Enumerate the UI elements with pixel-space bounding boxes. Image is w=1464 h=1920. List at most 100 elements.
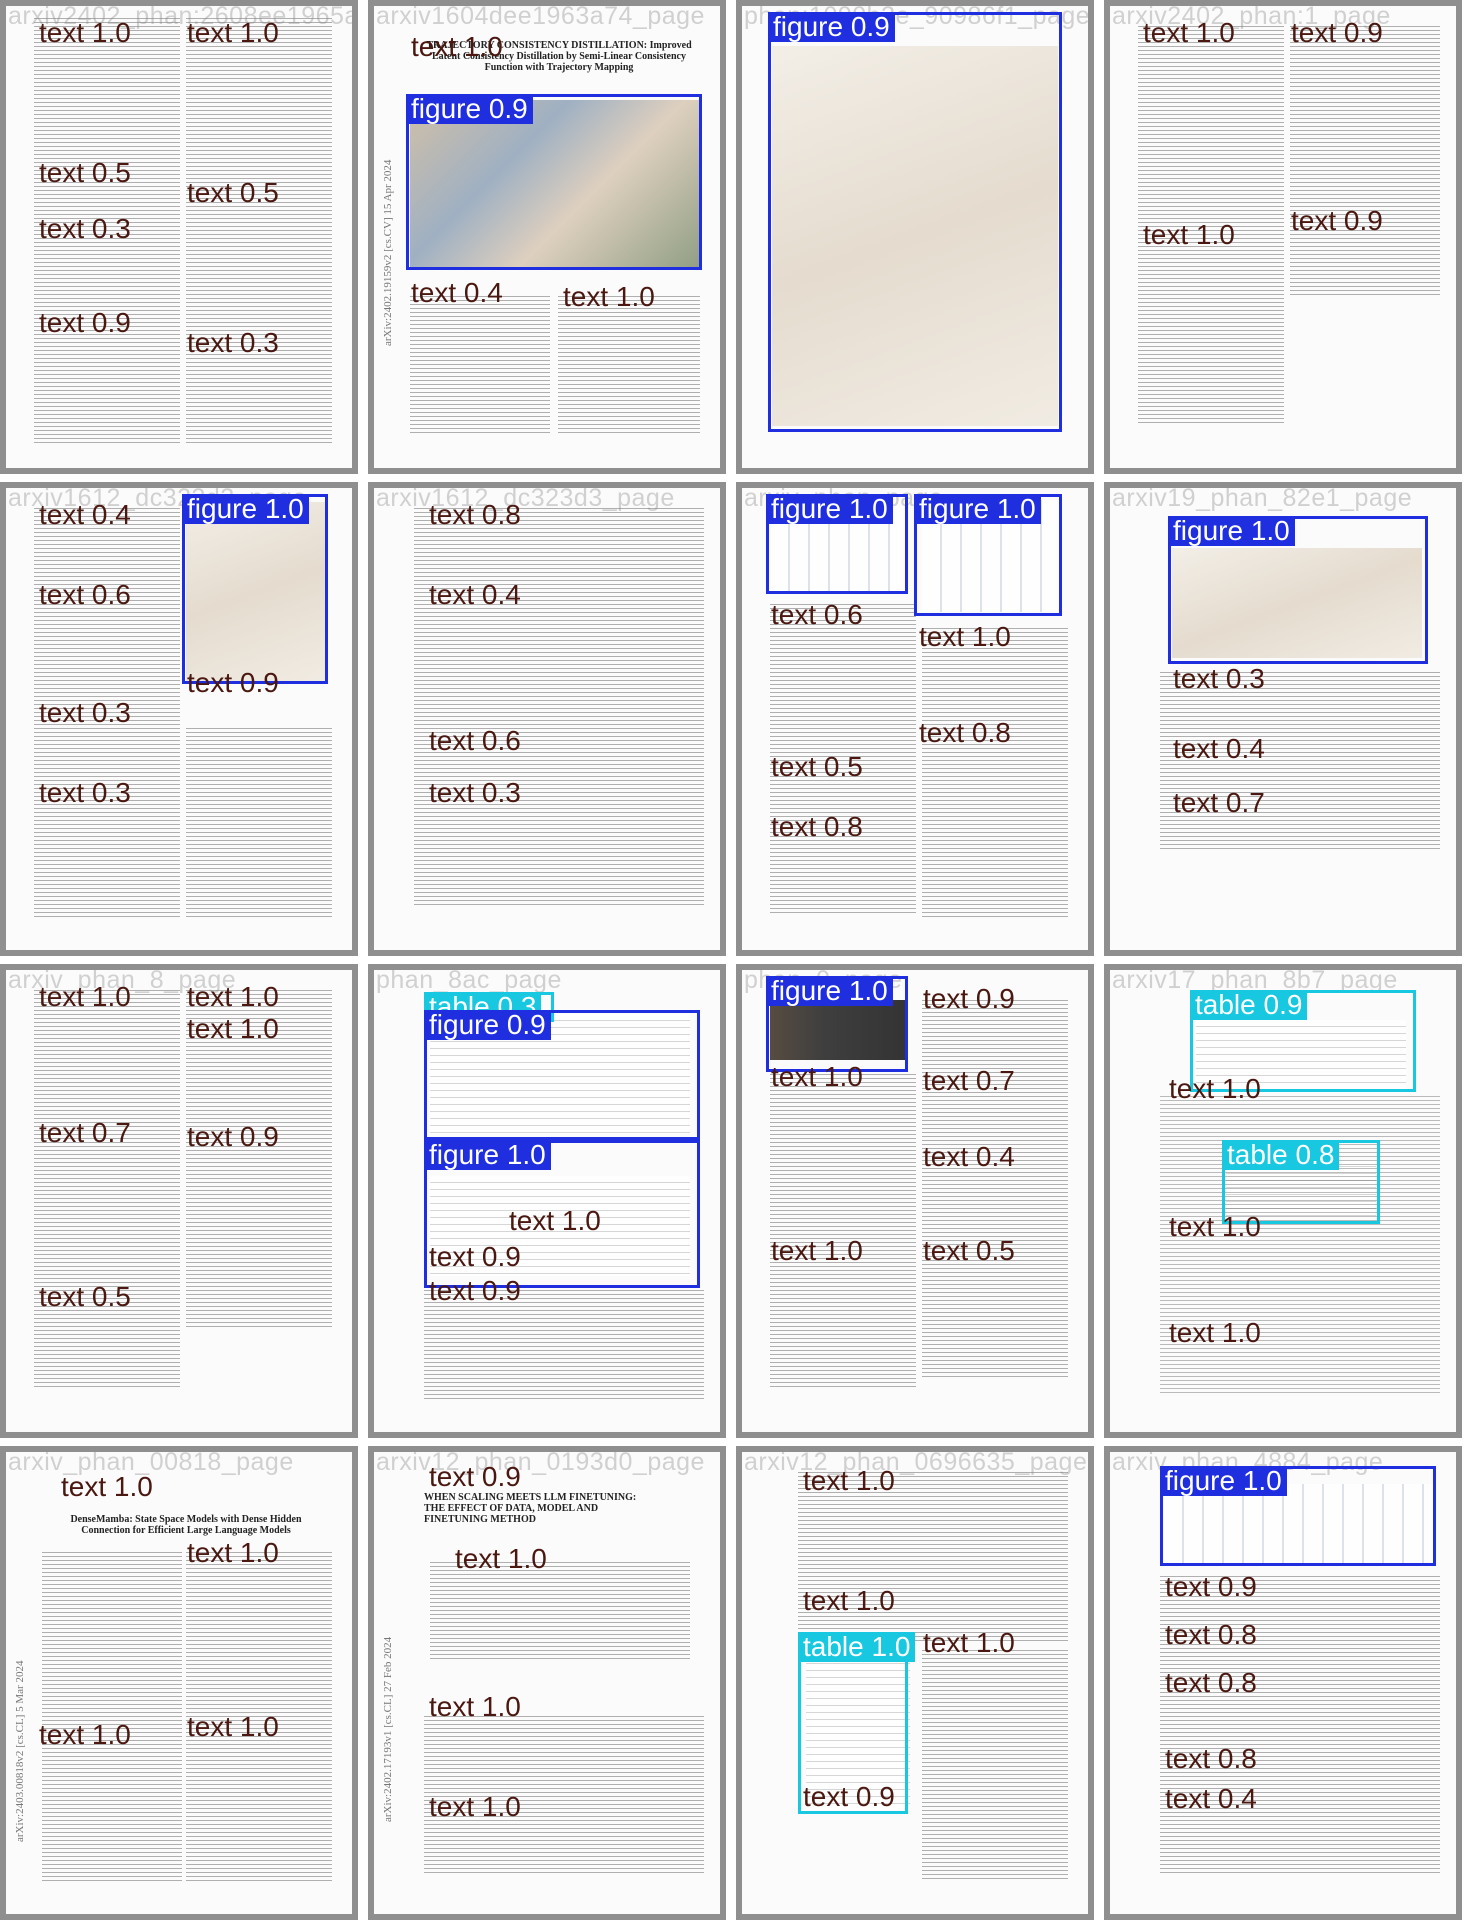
detection-box[interactable]: text 0.3: [34, 698, 174, 738]
page-thumbnail[interactable]: arXiv:2403.00818v2 [cs.CL] 5 Mar 2024 De…: [0, 1446, 358, 1920]
detection-box[interactable]: text 1.0: [1138, 18, 1284, 218]
detection-box[interactable]: text 0.4: [424, 580, 704, 620]
detection-box[interactable]: text 0.8: [1160, 1668, 1436, 1708]
page-content: arxiv2402_phan:1_page text 1.0 text 0.9 …: [1110, 6, 1456, 468]
detection-box[interactable]: text 0.6: [766, 600, 908, 640]
detection-box[interactable]: text 1.0: [424, 1692, 700, 1732]
detection-box[interactable]: text 1.0: [450, 1544, 680, 1584]
detection-box[interactable]: figure 0.9: [406, 94, 702, 270]
detection-box[interactable]: text 0.8: [424, 500, 704, 540]
detection-box[interactable]: text 0.9: [182, 1122, 328, 1162]
detection-box[interactable]: text 0.9: [1160, 1572, 1436, 1612]
page-thumbnail[interactable]: phan_8ac_page table 0.3 figure 0.9 figur…: [368, 964, 726, 1438]
page-thumbnail[interactable]: arxiv1612_dc323d3_page text 0.4 figure 1…: [0, 482, 358, 956]
detection-box[interactable]: text 1.0: [182, 18, 328, 168]
detection-box[interactable]: text 1.0: [1164, 1318, 1424, 1358]
detection-label: figure 0.9: [424, 1010, 551, 1040]
detection-box[interactable]: text 1.0: [182, 1712, 328, 1752]
page-thumbnail[interactable]: arxiv2402_phan:1_page text 1.0 text 0.9 …: [1104, 0, 1462, 474]
detection-box[interactable]: text 0.7: [1168, 788, 1428, 828]
detection-label: figure 1.0: [182, 494, 309, 524]
text-column: [414, 508, 704, 908]
page-content: arXiv:2402.19159v2 [cs.CV] 15 Apr 2024 T…: [374, 6, 720, 468]
page-thumbnail[interactable]: arXiv:2402.17193v1 [cs.CL] 27 Feb 2024 W…: [368, 1446, 726, 1920]
detection-box[interactable]: text 1.0: [766, 1062, 908, 1102]
detection-box[interactable]: figure 1.0: [182, 494, 328, 684]
detection-box[interactable]: text 0.3: [182, 328, 328, 368]
detection-box[interactable]: text 0.9: [918, 984, 1064, 1024]
detection-box[interactable]: text 0.3: [1168, 664, 1428, 704]
detection-box[interactable]: text 0.6: [34, 580, 174, 620]
detection-box[interactable]: text 1.0: [56, 1472, 316, 1512]
detection-box[interactable]: text 0.8: [766, 812, 908, 852]
detection-box[interactable]: text 1.0: [1164, 1212, 1424, 1252]
detection-box[interactable]: text 0.4: [918, 1142, 1064, 1182]
detection-box[interactable]: text 0.7: [918, 1066, 1064, 1106]
detection-label: text 1.0: [429, 1791, 521, 1822]
detection-box[interactable]: text 0.5: [918, 1236, 1064, 1276]
detection-box[interactable]: text 1.0: [798, 1586, 1068, 1626]
detection-label: text 0.9: [1291, 205, 1383, 236]
detection-box[interactable]: text 0.5: [766, 752, 908, 792]
page-thumbnail[interactable]: arxiv19_phan_82e1_page figure 1.0 text 0…: [1104, 482, 1462, 956]
detection-box[interactable]: text 0.6: [424, 726, 704, 766]
detection-box[interactable]: text 0.7: [34, 1118, 174, 1158]
detection-box[interactable]: figure 1.0: [766, 976, 908, 1072]
detection-box[interactable]: text 1.0: [424, 1792, 700, 1832]
detection-box[interactable]: text 1.0: [504, 1206, 644, 1246]
detection-box[interactable]: text 0.5: [34, 158, 180, 198]
detection-box[interactable]: text 0.9: [424, 1462, 684, 1502]
detection-box[interactable]: text 1.0: [558, 282, 698, 322]
detection-label: text 0.5: [771, 751, 863, 782]
detection-box[interactable]: figure 1.0: [914, 494, 1062, 616]
text-column: [922, 628, 1068, 918]
page-thumbnail[interactable]: arxiv1612_dc323d3_page text 0.8 text 0.4…: [368, 482, 726, 956]
detection-box[interactable]: text 0.8: [1160, 1620, 1436, 1660]
detection-box[interactable]: text 0.9: [424, 1276, 700, 1316]
detection-box[interactable]: text 1.0: [34, 1720, 174, 1760]
watermark: arxiv19_phan_82e1_page: [1112, 488, 1413, 512]
detection-box[interactable]: text 1.0: [1164, 1074, 1424, 1114]
detection-box[interactable]: text 0.9: [798, 1782, 944, 1822]
detection-box[interactable]: figure 0.9: [768, 12, 1062, 432]
page-thumbnail[interactable]: arxiv_phan_8_page text 1.0 text 1.0 text…: [0, 964, 358, 1438]
detection-box[interactable]: text 0.9: [1286, 206, 1436, 246]
detection-box[interactable]: text 0.4: [406, 278, 546, 318]
detection-box[interactable]: text 0.4: [1160, 1784, 1436, 1824]
detection-box[interactable]: text 0.5: [34, 1282, 174, 1322]
detection-box[interactable]: text 0.4: [1168, 734, 1428, 774]
detection-box[interactable]: text 0.8: [1160, 1744, 1436, 1784]
detection-box[interactable]: text 0.9: [1286, 18, 1436, 198]
page-thumbnail[interactable]: arxiv17_phan_8b7_page table 0.9 text 1.0…: [1104, 964, 1462, 1438]
detection-box[interactable]: text 1.0: [34, 18, 180, 138]
page-thumbnail[interactable]: arxiv_phan_4884_page figure 1.0 text 0.9…: [1104, 1446, 1462, 1920]
detection-box[interactable]: text 1.0: [1138, 220, 1284, 260]
detection-box[interactable]: text 0.5: [182, 178, 328, 218]
detection-box[interactable]: text 1.0: [182, 1538, 328, 1578]
detection-box[interactable]: text 1.0: [182, 1014, 328, 1054]
detection-box[interactable]: text 1.0: [34, 982, 174, 1022]
page-thumbnail[interactable]: arxiv2402_phan:2608ee1965a74_page text 1…: [0, 0, 358, 474]
detection-box[interactable]: text 1.0: [918, 1628, 1064, 1668]
page-thumbnail[interactable]: arxiv12_phan_0696635_page text 1.0 text …: [736, 1446, 1094, 1920]
detection-box[interactable]: text 0.9: [182, 668, 328, 708]
detection-box[interactable]: text 0.9: [34, 308, 180, 348]
detection-box[interactable]: figure 1.0: [1168, 516, 1428, 664]
detection-box[interactable]: text 0.3: [34, 214, 180, 254]
detection-box[interactable]: text 1.0: [914, 622, 1062, 662]
detection-box[interactable]: text 1.0: [766, 1236, 908, 1276]
detection-box[interactable]: figure 1.0: [766, 494, 908, 594]
page-thumbnail[interactable]: phan_0_page figure 1.0 text 0.9 text 1.0…: [736, 964, 1094, 1438]
detection-box[interactable]: text 0.8: [914, 718, 1062, 758]
detection-box[interactable]: text 0.3: [34, 778, 174, 818]
detection-box[interactable]: text 1.0: [798, 1466, 1068, 1506]
detection-box[interactable]: text 0.3: [424, 778, 704, 818]
detection-box[interactable]: text 0.4: [34, 500, 174, 540]
detection-box[interactable]: figure 1.0: [1160, 1466, 1436, 1566]
detection-label: text 0.4: [411, 277, 503, 308]
page-thumbnail[interactable]: phan:1090b3e_90986f1_page figure 0.9: [736, 0, 1094, 474]
page-thumbnail[interactable]: arXiv:2402.19159v2 [cs.CV] 15 Apr 2024 T…: [368, 0, 726, 474]
detection-box[interactable]: text 1.0: [406, 32, 696, 72]
detection-box[interactable]: figure 0.9: [424, 1010, 700, 1140]
page-thumbnail[interactable]: arxiv_phan_page figure 1.0 figure 1.0 te…: [736, 482, 1094, 956]
